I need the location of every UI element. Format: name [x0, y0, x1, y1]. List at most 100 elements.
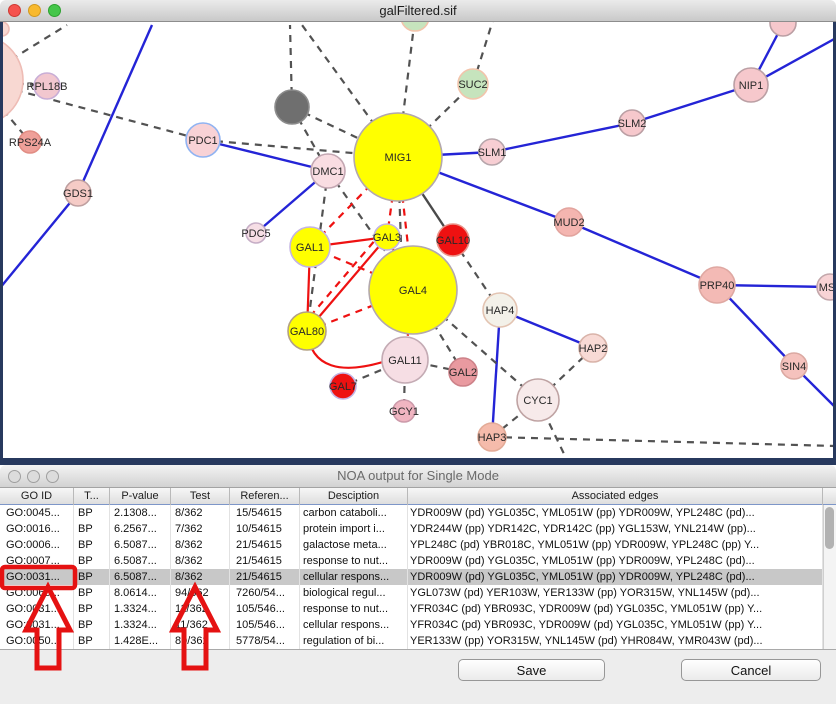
table-cell: carbon cataboli... [300, 505, 408, 521]
table-cell: 6.5087... [110, 553, 171, 569]
table-cell: BP [74, 537, 110, 553]
network-node-label: HAP2 [579, 343, 608, 355]
table-header[interactable]: GO IDT...P-valueTestReferen...Desciption… [0, 488, 836, 505]
network-graph: RPL18BRPS24APDC1GDS1MIG1SUC2SLM1DMC1NIP1… [0, 22, 836, 458]
table-cell: YPL248C (pd) YBR018C, YML051W (pp) YDR00… [408, 537, 823, 553]
network-edge [78, 25, 152, 193]
network-node-label: PRP40 [700, 280, 735, 292]
network-node-large-pink[interactable] [0, 35, 23, 125]
network-node-green-frag[interactable] [401, 22, 429, 31]
network-node-label: PDC5 [241, 228, 270, 240]
network-frame-left [0, 22, 3, 458]
network-node-label: SLM2 [618, 118, 647, 130]
table-cell: 8/362 [171, 537, 230, 553]
column-header-referen-[interactable]: Referen... [230, 488, 300, 505]
table-cell: 8/362 [171, 505, 230, 521]
network-node-label: MIG1 [385, 152, 412, 164]
table-cell: cellular respons... [300, 617, 408, 633]
network-node-label: GAL7 [329, 381, 357, 393]
table-cell: BP [74, 617, 110, 633]
table-cell: YDR009W (pd) YGL035C, YML051W (pp) YDR00… [408, 569, 823, 585]
table-cell: 11/362 [171, 601, 230, 617]
table-cell: GO:0045... [0, 505, 74, 521]
network-node-label: GCY1 [389, 406, 419, 418]
column-header-desciption[interactable]: Desciption [300, 488, 408, 505]
table-cell: 8/362 [171, 569, 230, 585]
table-cell: BP [74, 505, 110, 521]
table-cell: 6.2567... [110, 521, 171, 537]
table-cell: 8.0614... [110, 585, 171, 601]
network-node-pink-frag[interactable] [770, 22, 796, 36]
table-cell: 8/362 [171, 553, 230, 569]
network-node-label: GAL2 [449, 367, 477, 379]
table-row[interactable]: GO:0031...BP1.3324...11/362105/546...res… [0, 601, 836, 617]
network-node-label: GAL11 [388, 355, 421, 367]
table-cell: YDR244W (pp) YDR142C, YDR142C (pp) YGL15… [408, 521, 823, 537]
network-node-label: GAL80 [290, 326, 324, 338]
network-edge [0, 193, 78, 288]
network-canvas[interactable]: RPL18BRPS24APDC1GDS1MIG1SUC2SLM1DMC1NIP1… [0, 22, 836, 458]
table-cell: YGL073W (pd) YER103W, YER133W (pp) YOR31… [408, 585, 823, 601]
table-cell: protein import i... [300, 521, 408, 537]
network-node-label: GAL4 [399, 285, 427, 297]
save-button[interactable]: Save [458, 659, 605, 681]
network-node-label: HAP4 [486, 305, 515, 317]
table-row[interactable]: GO:0065...BP8.0614...94/3627260/54...bio… [0, 585, 836, 601]
table-cell: 6.5087... [110, 537, 171, 553]
table-cell: 7260/54... [230, 585, 300, 601]
table-cell: cellular respons... [300, 569, 408, 585]
network-node-label: SLM1 [478, 147, 507, 159]
table-cell: YDR009W (pd) YGL035C, YML051W (pp) YDR00… [408, 505, 823, 521]
scrollbar-thumb[interactable] [825, 507, 834, 549]
table-cell: 15/54615 [230, 505, 300, 521]
network-node-label: SUC2 [458, 79, 487, 91]
cancel-button[interactable]: Cancel [681, 659, 821, 681]
network-edge [632, 85, 751, 123]
network-node-label: SIN4 [782, 361, 806, 373]
table-cell: YDR009W (pd) YGL035C, YML051W (pp) YDR00… [408, 553, 823, 569]
table-cell: 80/362 [171, 633, 230, 649]
table-cell: BP [74, 553, 110, 569]
network-window-titlebar: galFiltered.sif [0, 0, 836, 22]
column-header-associated-edges[interactable]: Associated edges [408, 488, 823, 505]
network-node-label: GAL3 [373, 232, 401, 244]
table-row[interactable]: GO:0007...BP6.5087...8/36221/54615respon… [0, 553, 836, 569]
network-node-label: MUD2 [553, 217, 584, 229]
table-row[interactable]: GO:0006...BP6.5087...8/36221/54615galact… [0, 537, 836, 553]
network-node-label: CYC1 [523, 395, 552, 407]
table-row[interactable]: GO:0050...BP1.428E...80/3625778/54...reg… [0, 633, 836, 649]
table-row[interactable]: GO:0031...BP6.5087...8/36221/54615cellul… [0, 569, 836, 585]
network-node-label: GAL1 [296, 242, 324, 254]
network-edge [203, 140, 328, 171]
noa-window-title: NOA output for Single Mode [0, 468, 836, 483]
table-cell: BP [74, 569, 110, 585]
column-header-go-id[interactable]: GO ID [0, 488, 74, 505]
table-cell: GO:0050... [0, 633, 74, 649]
table-cell: biological regul... [300, 585, 408, 601]
column-header-p-value[interactable]: P-value [110, 488, 171, 505]
network-node-label: DMC1 [312, 166, 343, 178]
network-edge [492, 123, 632, 152]
table-row[interactable]: GO:0016...BP6.2567...7/36210/54615protei… [0, 521, 836, 537]
table-body: GO:0045...BP2.1308...8/36215/54615carbon… [0, 505, 836, 649]
table-cell: 21/54615 [230, 569, 300, 585]
table-cell: BP [74, 585, 110, 601]
table-cell: YER133W (pp) YOR315W, YNL145W (pd) YHR08… [408, 633, 823, 649]
table-cell: BP [74, 601, 110, 617]
network-window-title: galFiltered.sif [0, 3, 836, 18]
table-cell: 105/546... [230, 617, 300, 633]
network-node-gray-node[interactable] [275, 90, 309, 124]
table-cell: 1.3324... [110, 601, 171, 617]
network-node-label: HAP3 [478, 432, 507, 444]
table-row[interactable]: GO:0031...BP1.3324...11/362105/546...cel… [0, 617, 836, 633]
column-header-t-[interactable]: T... [74, 488, 110, 505]
table-cell: response to nut... [300, 601, 408, 617]
column-header-test[interactable]: Test [171, 488, 230, 505]
table-cell: 5778/54... [230, 633, 300, 649]
table-cell: YFR034C (pd) YBR093C, YDR009W (pd) YGL03… [408, 601, 823, 617]
table-row[interactable]: GO:0045...BP2.1308...8/36215/54615carbon… [0, 505, 836, 521]
table-cell: GO:0031... [0, 617, 74, 633]
table-cell: GO:0031... [0, 601, 74, 617]
network-edge [492, 437, 836, 446]
network-node-label: PDC1 [188, 135, 217, 147]
